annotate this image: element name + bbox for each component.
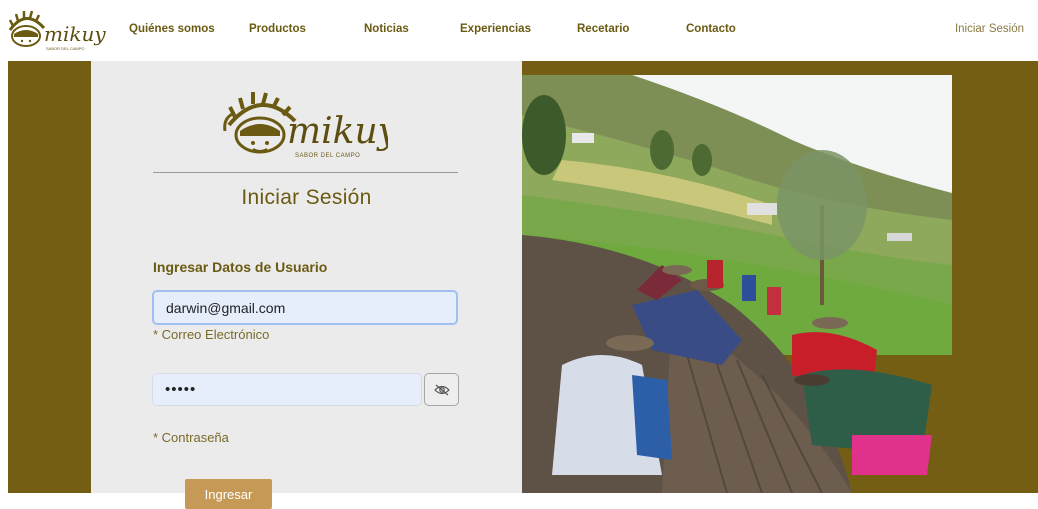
divider bbox=[153, 172, 458, 173]
section-label: Ingresar Datos de Usuario bbox=[153, 259, 328, 275]
svg-text:mikuy: mikuy bbox=[287, 111, 388, 152]
photo-illustration bbox=[522, 75, 952, 493]
eye-slash-icon bbox=[433, 384, 450, 395]
nav-link-recetario[interactable]: Recetario bbox=[577, 23, 629, 35]
svg-text:mikuy: mikuy bbox=[44, 22, 106, 46]
top-navbar: mikuy SABOR DEL CAMPO Quiénes somos Prod… bbox=[0, 0, 1038, 61]
nav-link-productos[interactable]: Productos bbox=[249, 23, 306, 35]
svg-text:SABOR DEL CAMPO: SABOR DEL CAMPO bbox=[46, 46, 85, 51]
nav-link-contacto[interactable]: Contacto bbox=[686, 23, 736, 35]
farmers-field-photo bbox=[522, 75, 952, 493]
password-help-text: * Contraseña bbox=[153, 430, 229, 445]
email-input[interactable] bbox=[152, 290, 458, 325]
brand-logo[interactable]: mikuy SABOR DEL CAMPO bbox=[6, 10, 106, 52]
password-input[interactable] bbox=[152, 373, 422, 406]
nav-link-quienes-somos[interactable]: Quiénes somos bbox=[129, 23, 215, 35]
email-help-text: * Correo Electrónico bbox=[153, 327, 270, 342]
nav-link-experiencias[interactable]: Experiencias bbox=[460, 23, 531, 35]
svg-text:SABOR DEL CAMPO: SABOR DEL CAMPO bbox=[295, 153, 360, 159]
nav-login-link[interactable]: Iniciar Sesión bbox=[955, 23, 1024, 35]
logo-emblem-icon bbox=[8, 10, 46, 47]
login-title: Iniciar Sesión bbox=[241, 186, 372, 209]
login-submit-button[interactable]: Ingresar bbox=[185, 479, 272, 509]
login-panel: mikuy SABOR DEL CAMPO Iniciar Sesión Ing… bbox=[91, 61, 522, 509]
nav-link-noticias[interactable]: Noticias bbox=[364, 23, 409, 35]
panel-brand-logo: mikuy SABOR DEL CAMPO bbox=[223, 92, 388, 159]
logo-emblem-icon bbox=[223, 92, 297, 154]
toggle-password-visibility-button[interactable] bbox=[424, 373, 459, 406]
